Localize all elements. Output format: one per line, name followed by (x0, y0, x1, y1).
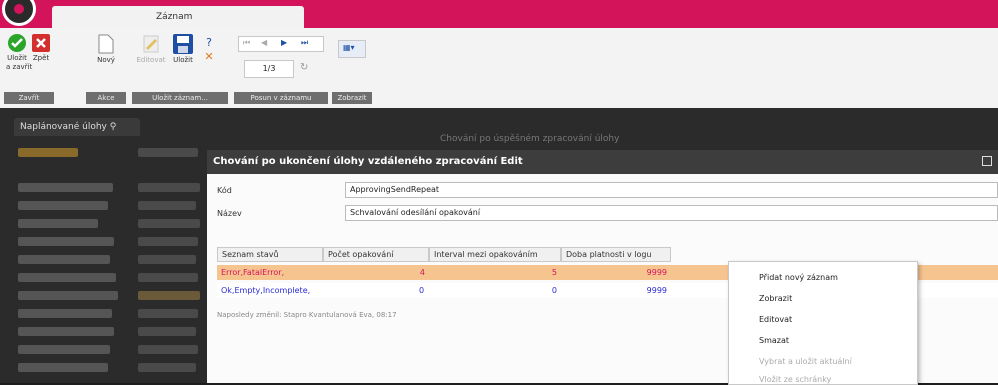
list-item[interactable] (18, 291, 118, 300)
list-item (138, 219, 200, 228)
list-item (138, 273, 198, 282)
menu-item-add-record[interactable]: Přidat nový záznam (759, 273, 838, 282)
list-item[interactable] (18, 327, 114, 336)
save-label: Uložit (173, 56, 193, 64)
help-icon: ? (206, 36, 212, 49)
doc-tab-scheduled-tasks[interactable]: Naplánované úlohy ⚲ (14, 118, 140, 136)
list-item (138, 291, 200, 300)
list-item (138, 148, 198, 157)
ribbon: Uložit a zavřít Zpět Zavřít Nový Akce Ed… (0, 28, 998, 109)
new-button[interactable]: Nový (94, 34, 118, 65)
list-item (138, 327, 196, 336)
column-header-validity[interactable]: Doba platnosti v logu (561, 247, 671, 262)
column-header-count[interactable]: Počet opakování (323, 247, 429, 262)
list-item (138, 309, 198, 318)
group-label-actions: Akce (86, 92, 126, 104)
list-item[interactable] (18, 148, 78, 157)
cell-count: 4 (419, 268, 425, 277)
list-item[interactable] (18, 273, 116, 282)
maximize-icon[interactable] (982, 156, 992, 166)
cell-count: 0 (419, 286, 425, 295)
help-button[interactable]: ? (202, 36, 216, 49)
column-header-interval[interactable]: Interval mezi opakováním (429, 247, 561, 262)
floppy-disk-icon (173, 34, 193, 54)
tab-record[interactable]: Záznam (52, 6, 304, 28)
list-item[interactable] (18, 345, 110, 354)
context-menu: Přidat nový záznam Zobrazit Editovat Sma… (728, 261, 918, 385)
menu-item-edit[interactable]: Editovat (759, 315, 792, 324)
list-item (138, 201, 196, 210)
list-item (138, 363, 196, 372)
menu-item-show[interactable]: Zobrazit (759, 294, 792, 303)
page-indicator[interactable]: 1/3 (244, 60, 294, 78)
list-item[interactable] (18, 363, 108, 372)
title-bar: Záznam (0, 0, 998, 28)
cell-validity: 9999 (646, 268, 667, 277)
cell-states: Error,FatalError, (221, 268, 285, 277)
menu-item-select-save[interactable]: Vybrat a uložit aktuální (759, 357, 852, 366)
code-label: Kód (217, 186, 232, 195)
doc-tab-label: Naplánované úlohy (20, 122, 107, 132)
edit-icon (143, 35, 159, 53)
discard-button[interactable]: ✕ (202, 50, 216, 63)
ribbon-group-save: Editovat Uložit ? ✕ Uložit záznam... (132, 30, 228, 104)
edit-label: Editovat (136, 56, 166, 64)
pin-icon[interactable]: ⚲ (110, 122, 117, 132)
back-label: Zpět (32, 54, 50, 62)
list-item (138, 255, 196, 264)
name-label: Název (217, 209, 242, 218)
close-icon (32, 34, 50, 52)
tab-record-label: Záznam (156, 12, 193, 22)
first-record-icon[interactable]: ⏮ (243, 38, 250, 48)
cell-interval: 5 (551, 268, 557, 277)
ribbon-group-actions: Nový Akce (86, 30, 126, 104)
group-label-navigate: Posun v záznamu (234, 92, 328, 104)
list-item[interactable] (18, 219, 98, 228)
last-modified-status: Naposledy změnil: Stapro Kvantulanová Ev… (217, 311, 397, 319)
code-field[interactable]: ApprovingSendRepeat (345, 182, 998, 198)
name-field[interactable]: Schvalování odesílání opakování (345, 205, 998, 221)
list-item[interactable] (18, 183, 113, 192)
last-record-icon[interactable]: ⏭ (301, 38, 308, 48)
refresh-icon[interactable]: ↻ (300, 62, 308, 73)
checkmark-icon (8, 34, 26, 52)
list-item[interactable] (18, 237, 114, 246)
list-item (138, 345, 198, 354)
group-label-save: Uložit záznam... (132, 92, 228, 104)
record-nav-buttons: ⏮ ◀ ▶ ⏭ (238, 36, 324, 52)
app-logo-icon[interactable] (2, 0, 36, 26)
ribbon-group-view: ▦▾ Zobrazit (332, 30, 372, 104)
cell-interval: 0 (551, 286, 557, 295)
dialog-title: Chování po ukončení úlohy vzdáleného zpr… (213, 156, 523, 167)
back-button[interactable]: Zpět (30, 34, 52, 63)
cell-states: Ok,Empty,Incomplete, (221, 286, 311, 295)
list-item[interactable] (18, 201, 108, 210)
group-label-close: Zavřít (4, 92, 54, 104)
dialog-title-bar[interactable]: Chování po ukončení úlohy vzdáleného zpr… (207, 150, 998, 174)
save-close-label: Uložit a zavřít (6, 54, 33, 71)
cell-validity: 9999 (646, 286, 667, 295)
column-header-states[interactable]: Seznam stavů (217, 247, 323, 262)
prev-record-icon[interactable]: ◀ (261, 38, 267, 47)
list-item[interactable] (18, 309, 112, 318)
next-record-icon[interactable]: ▶ (281, 38, 287, 47)
ribbon-group-navigate: ⏮ ◀ ▶ ⏭ 1/3 ↻ Posun v záznamu (234, 30, 328, 104)
view-icon: ▦▾ (343, 43, 355, 52)
discard-x-icon: ✕ (204, 50, 214, 63)
background-window-title: Chování po úspěšném zpracování úlohy (440, 134, 620, 144)
save-close-button[interactable]: Uložit a zavřít (6, 34, 32, 72)
list-item (138, 237, 198, 246)
list-item[interactable] (18, 255, 110, 264)
new-document-icon (98, 34, 114, 54)
view-dropdown[interactable]: ▦▾ (338, 40, 366, 58)
save-button[interactable]: Uložit (170, 34, 196, 65)
new-label: Nový (97, 56, 115, 64)
group-label-view: Zobrazit (332, 92, 372, 104)
menu-item-delete[interactable]: Smazat (759, 336, 789, 345)
edit-button[interactable]: Editovat (136, 34, 166, 65)
list-item (138, 183, 200, 192)
ribbon-group-close: Uložit a zavřít Zpět Zavřít (4, 30, 54, 104)
